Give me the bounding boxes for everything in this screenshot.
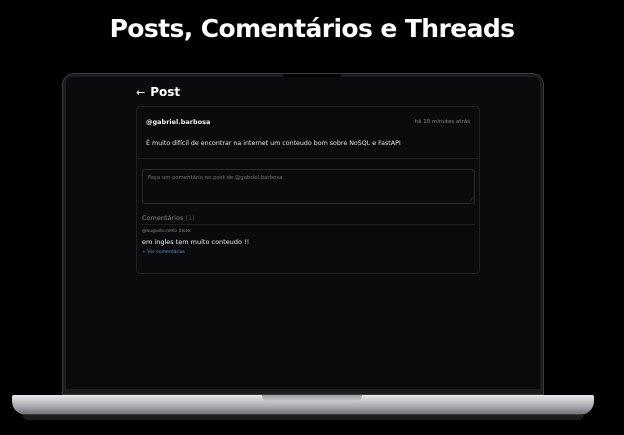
view-comments-link[interactable]: + Ver comentários	[142, 250, 185, 255]
comments-count: (1)	[185, 214, 195, 222]
comment-text: em ingles tem muito conteudo !!	[142, 238, 250, 246]
laptop-shadow	[22, 414, 584, 420]
divider	[142, 224, 475, 225]
divider	[137, 158, 479, 159]
comments-heading-label: Comentários	[142, 214, 184, 222]
post-author[interactable]: @gabriel.barbosa	[146, 118, 210, 126]
comment-author: @augusto.melo disse:	[142, 229, 192, 234]
page-title: Post	[150, 85, 181, 99]
laptop-screen: ← Post @gabriel.barbosa há 10 minutos at…	[66, 77, 540, 389]
banner-title: Posts, Comentários e Threads	[109, 14, 515, 43]
post-card: @gabriel.barbosa há 10 minutos atrás É m…	[136, 106, 480, 274]
comments-heading: Comentários (1)	[142, 214, 195, 222]
arrow-left-icon[interactable]: ←	[136, 86, 145, 99]
post-timestamp: há 10 minutos atrás	[414, 119, 470, 125]
laptop-groove	[262, 395, 362, 401]
page-header: ← Post	[136, 85, 180, 99]
resize-handle-icon[interactable]: ⟋	[470, 197, 474, 203]
post-content: É muito difícil de encontrar na internet…	[146, 140, 401, 147]
comment-input[interactable]	[142, 169, 475, 204]
